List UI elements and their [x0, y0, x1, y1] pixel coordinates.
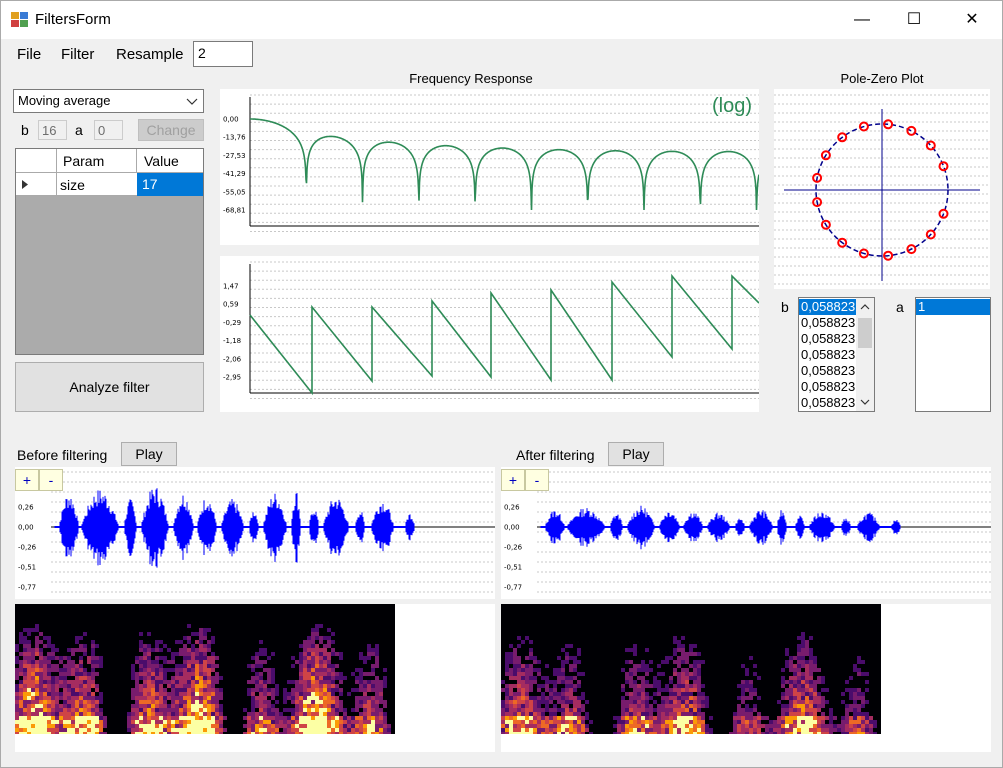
zoom-in-button[interactable]: + — [501, 469, 525, 491]
after-waveform-plot: 0,26 0,00 -0,26 -0,51 -0,77 — [504, 471, 991, 593]
table-row[interactable]: size 17 — [16, 173, 203, 196]
app-icon — [11, 12, 28, 27]
window-title: FiltersForm — [35, 11, 111, 28]
tick-label: -27,53 — [223, 152, 246, 160]
tick-label: 0,59 — [223, 301, 239, 309]
tick-label: -0,51 — [18, 564, 36, 572]
b-list-item[interactable]: 0,058823 — [799, 299, 856, 315]
tick-label: -1,18 — [223, 337, 241, 345]
scrollbar-thumb[interactable] — [858, 318, 872, 348]
pole-zero-chart — [774, 89, 990, 289]
tick-label: -2,95 — [223, 374, 241, 382]
tick-label: -68,81 — [223, 207, 246, 215]
tick-label: -41,29 — [223, 170, 246, 178]
b-list-item[interactable]: 0,058823 — [799, 363, 856, 379]
analyze-filter-button[interactable]: Analyze filter — [15, 362, 204, 412]
scroll-down-icon[interactable] — [860, 399, 870, 405]
param-column-header[interactable]: Param — [63, 153, 104, 169]
b-list-item[interactable]: 0,058823 — [799, 379, 856, 395]
title-bar: FiltersForm — ☐ ✕ — [1, 1, 1002, 39]
b-list-label: b — [781, 299, 789, 315]
a-list-item[interactable]: 1 — [916, 299, 990, 315]
magnitude-chart: 0,00 -13,76 -27,53 -41,29 -55,05 -68,81 (log) — [220, 89, 760, 245]
magnitude-response-line — [250, 118, 760, 211]
tick-label: 1,47 — [223, 283, 239, 291]
tick-label: -0,77 — [504, 584, 522, 592]
tick-label: -2,06 — [223, 355, 242, 363]
menu-bar: File Filter Resample 2 — [1, 39, 1002, 70]
a-order-label: a — [75, 122, 83, 138]
filters-form-window: FiltersForm — ☐ ✕ File Filter Resample 2… — [0, 0, 1003, 768]
filter-type-value: Moving average — [18, 93, 111, 108]
minimize-button[interactable]: — — [839, 1, 885, 39]
magnitude-plot: 0,00 -13,76 -27,53 -41,29 -55,05 -68,81 — [223, 94, 760, 232]
tick-label: 0,00 — [223, 116, 239, 124]
tick-label: -0,29 — [223, 319, 241, 327]
tick-label: -0,51 — [504, 564, 522, 572]
resample-input[interactable]: 2 — [193, 41, 253, 67]
change-button[interactable]: Change — [138, 119, 204, 141]
before-filtering-label: Before filtering — [17, 447, 108, 463]
after-spectrogram — [501, 604, 881, 736]
pole-zero-plot — [774, 94, 990, 285]
frequency-response-title: Frequency Response — [409, 71, 533, 86]
after-waveform-chart: 0,26 0,00 -0,26 -0,51 -0,77 + - — [501, 467, 991, 599]
menu-resample[interactable]: Resample — [116, 46, 184, 63]
b-list-scrollbar[interactable] — [856, 298, 874, 411]
after-spectrogram-panel — [501, 604, 991, 752]
play-after-button[interactable]: Play — [608, 442, 664, 466]
chevron-down-icon — [186, 98, 198, 105]
tick-label: -55,05 — [223, 188, 246, 196]
b-coefficients-list[interactable]: 0,058823 0,058823 0,058823 0,058823 0,058823… — [798, 297, 875, 412]
param-cell[interactable]: size — [60, 177, 85, 193]
close-button[interactable]: ✕ — [949, 1, 995, 39]
pole-zero-title: Pole-Zero Plot — [840, 71, 924, 86]
filter-type-select[interactable]: Moving average — [13, 89, 204, 113]
tick-label: -0,26 — [18, 544, 37, 552]
a-coefficients-list[interactable]: 1 — [915, 297, 991, 412]
menu-filter[interactable]: Filter — [61, 46, 94, 63]
b-list-item[interactable]: 0,058823 — [799, 315, 856, 331]
maximize-button[interactable]: ☐ — [891, 1, 937, 39]
waveform-signal — [54, 488, 415, 568]
before-spectrogram-panel — [15, 604, 495, 752]
play-before-button[interactable]: Play — [121, 442, 177, 466]
phase-plot: 1,47 0,59 -0,29 -1,18 -2,06 -2,95 — [223, 261, 760, 399]
b-list-item[interactable]: 0,058823 — [799, 395, 856, 411]
value-column-header[interactable]: Value — [144, 153, 179, 169]
tick-label: -0,26 — [504, 544, 523, 552]
a-list-label: a — [896, 299, 904, 315]
log-scale-label: (log) — [712, 95, 753, 117]
row-indicator-icon — [22, 180, 28, 189]
zoom-out-button[interactable]: - — [525, 469, 549, 491]
zero-marker — [925, 140, 936, 151]
scroll-up-icon[interactable] — [860, 304, 870, 310]
params-grid: Param Value size 17 — [15, 148, 204, 355]
tick-label: 0,26 — [18, 504, 34, 512]
b-list-item[interactable]: 0,058823 — [799, 331, 856, 347]
zoom-in-button[interactable]: + — [15, 469, 39, 491]
b-list-item[interactable]: 0,058823 — [799, 347, 856, 363]
before-waveform-chart: 0,26 0,00 -0,26 -0,51 -0,77 + - — [15, 467, 495, 599]
params-grid-header: Param Value — [16, 149, 203, 173]
before-spectrogram — [15, 604, 395, 736]
before-waveform-plot: 0,26 0,00 -0,26 -0,51 -0,77 — [18, 471, 495, 593]
b-order-input[interactable]: 16 — [38, 120, 67, 140]
zero-marker — [938, 161, 949, 172]
tick-label: 0,00 — [504, 524, 520, 532]
tick-label: 0,00 — [18, 524, 34, 532]
zoom-out-button[interactable]: - — [39, 469, 63, 491]
b-order-label: b — [21, 122, 29, 138]
value-cell[interactable]: 17 — [137, 173, 203, 196]
menu-file[interactable]: File — [17, 46, 41, 63]
a-order-input[interactable]: 0 — [94, 120, 123, 140]
phase-chart: 1,47 0,59 -0,29 -1,18 -2,06 -2,95 — [220, 256, 760, 412]
tick-label: -0,77 — [18, 584, 36, 592]
tick-label: 0,26 — [504, 504, 520, 512]
tick-label: -13,76 — [223, 134, 246, 142]
after-filtering-label: After filtering — [516, 447, 595, 463]
